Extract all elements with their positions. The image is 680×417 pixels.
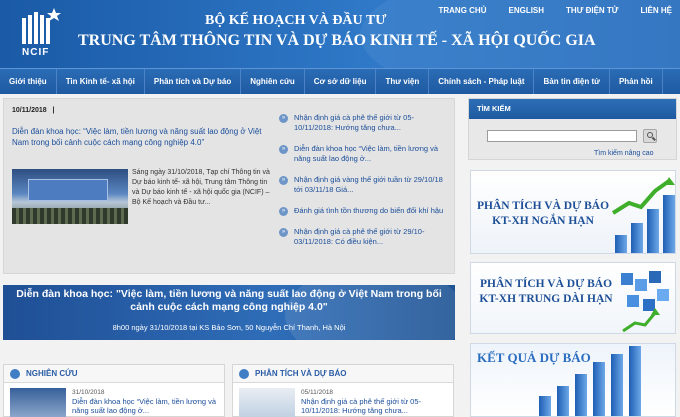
- logo-text: NCIF: [22, 47, 50, 58]
- news-item-text: Nhận định giá cà phê thế giới từ 29/10-0…: [294, 227, 425, 246]
- section-heading[interactable]: PHÂN TÍCH VÀ DỰ BÁO: [255, 369, 347, 378]
- section-header: NGHIÊN CỨU: [4, 365, 224, 383]
- promo-mid-long-term-analysis[interactable]: PHÂN TÍCH VÀ DỰ BÁO KT-XH TRUNG DÀI HẠN: [470, 262, 676, 334]
- featured-panel: 10/11/2018 | Diễn đàn khoa học: “Việc là…: [3, 98, 455, 274]
- top-link-home[interactable]: TRANG CHỦ: [438, 6, 486, 15]
- cube-icon: [635, 279, 647, 291]
- news-item[interactable]: » Nhận định giá cà phê thế giới từ 29/10-…: [279, 227, 447, 247]
- research-section: NGHIÊN CỨU 31/10/2018 Diễn đàn khoa học …: [3, 364, 225, 417]
- featured-image-screen: [28, 179, 108, 201]
- promo-title: PHÂN TÍCH VÀ DỰ BÁO KT-XH NGẮN HẠN: [476, 200, 610, 227]
- arrow-right-icon: »: [279, 228, 288, 237]
- featured-date-value: 10/11/2018: [12, 107, 47, 114]
- site-header: NCIF BỘ KẾ HOẠCH VÀ ĐẦU TƯ TRUNG TÂM THÔ…: [0, 0, 680, 68]
- section-thumbnail[interactable]: [239, 388, 295, 417]
- bar-chart-illustration: [539, 346, 641, 416]
- top-link-contact[interactable]: LIÊN HỆ: [640, 6, 672, 15]
- nav-item-socio-economic-news[interactable]: Tin Kinh tế- xã hội: [57, 69, 145, 94]
- section-bullet-icon: [239, 368, 249, 379]
- news-list: » Nhận định giá cà phê thế giới từ 05-10/…: [279, 113, 447, 258]
- news-item-text: Đánh giá tình tồn thương do biến đổi khí…: [294, 206, 444, 215]
- featured-summary: Sáng ngày 31/10/2018, Tạp chí Thông tin …: [132, 169, 270, 206]
- cube-icon: [627, 295, 639, 307]
- growth-arrow-icon: [611, 177, 675, 215]
- search-button[interactable]: [643, 129, 657, 143]
- cube-icon: [657, 289, 669, 301]
- promo-title: PHÂN TÍCH VÀ DỰ BÁO KT-XH TRUNG DÀI HẠN: [479, 278, 613, 305]
- featured-image-audience: [12, 208, 128, 224]
- analysis-forecast-section: PHÂN TÍCH VÀ DỰ BÁO 05/11/2018 Nhận định…: [232, 364, 454, 417]
- section-heading[interactable]: NGHIÊN CỨU: [26, 369, 78, 378]
- nav-item-research[interactable]: Nghiên cứu: [241, 69, 305, 94]
- nav-item-library[interactable]: Thư viện: [376, 69, 430, 94]
- top-links: TRANG CHỦ ENGLISH THƯ ĐIỆN TỬ LIÊN HỆ: [438, 6, 672, 15]
- section-date: 31/10/2018: [72, 389, 105, 396]
- nav-item-policy-law[interactable]: Chính sách - Pháp luật: [429, 69, 535, 94]
- news-item-text: Diễn đàn khoa học “Việc làm, tiền lương …: [294, 144, 439, 163]
- main-nav: Giới thiệu Tin Kinh tế- xã hội Phân tích…: [0, 68, 680, 94]
- news-item[interactable]: » Đánh giá tình tồn thương do biến đổi kh…: [279, 206, 447, 216]
- news-item-text: Nhận định giá cà phê thế giới từ 05-10/1…: [294, 113, 415, 132]
- top-link-english[interactable]: ENGLISH: [508, 6, 544, 15]
- nav-item-introduction[interactable]: Giới thiệu: [0, 69, 57, 94]
- nav-item-newsletter[interactable]: Bản tin điện tử: [534, 69, 610, 94]
- nav-item-analysis-forecast[interactable]: Phân tích và Dự báo: [145, 69, 242, 94]
- page: NCIF BỘ KẾ HOẠCH VÀ ĐẦU TƯ TRUNG TÂM THÔ…: [0, 0, 680, 417]
- news-item[interactable]: » Diễn đàn khoa học “Việc làm, tiền lương…: [279, 144, 447, 164]
- top-link-email[interactable]: THƯ ĐIỆN TỬ: [566, 6, 618, 15]
- nav-item-feedback[interactable]: Phản hồi: [610, 69, 663, 94]
- banner-subtitle: 8h00 ngày 31/10/2018 tại KS Bảo Sơn, 50 …: [112, 323, 346, 332]
- section-bullet-icon: [10, 368, 20, 379]
- section-article-link[interactable]: Diễn đàn khoa học “Việc làm, tiền lương …: [72, 397, 222, 415]
- arrow-right-icon: »: [279, 176, 288, 185]
- cube-icon: [649, 271, 661, 283]
- section-thumbnail[interactable]: [10, 388, 66, 417]
- arrow-right-icon: »: [279, 114, 288, 123]
- search-input[interactable]: [487, 130, 637, 142]
- promo-forecast-results[interactable]: KẾT QUẢ DỰ BÁO: [470, 343, 676, 417]
- event-banner[interactable]: Diễn đàn khoa học: "Việc làm, tiền lương…: [3, 285, 455, 340]
- search-box: TÌM KIẾM Tìm kiếm nâng cao: [468, 98, 677, 160]
- section-article-link[interactable]: Nhận định giá cà phê thế giới từ 05-10/1…: [301, 397, 451, 415]
- search-icon-handle: [652, 136, 656, 141]
- section-header: PHÂN TÍCH VÀ DỰ BÁO: [233, 365, 453, 383]
- growth-arrow-icon: [622, 308, 660, 333]
- featured-image[interactable]: [12, 169, 128, 224]
- section-date: 05/11/2018: [301, 389, 334, 396]
- search-heading: TÌM KIẾM: [469, 99, 676, 119]
- ministry-name: BỘ KẾ HOẠCH VÀ ĐẦU TƯ: [205, 13, 387, 28]
- promo-short-term-analysis[interactable]: PHÂN TÍCH VÀ DỰ BÁO KT-XH NGẮN HẠN: [470, 170, 676, 254]
- featured-date-separator: |: [52, 107, 55, 114]
- nav-item-database[interactable]: Cơ sở dữ liệu: [305, 69, 377, 94]
- featured-title[interactable]: Diễn đàn khoa học: “Việc làm, tiền lương…: [12, 126, 264, 148]
- featured-date: 10/11/2018 |: [12, 107, 54, 114]
- cube-icon: [621, 273, 633, 285]
- advanced-search-link[interactable]: Tìm kiếm nâng cao: [594, 150, 654, 157]
- news-item[interactable]: » Nhận định giá vàng thế giới tuần từ 29/…: [279, 175, 447, 195]
- arrow-right-icon: »: [279, 145, 288, 154]
- arrow-right-icon: »: [279, 207, 288, 216]
- center-name: TRUNG TÂM THÔNG TIN VÀ DỰ BÁO KINH TẾ - …: [78, 32, 596, 49]
- banner-title: Diễn đàn khoa học: "Việc làm, tiền lương…: [16, 288, 442, 313]
- news-item-text: Nhận định giá vàng thế giới tuần từ 29/1…: [294, 175, 443, 194]
- news-item[interactable]: » Nhận định giá cà phê thế giới từ 05-10/…: [279, 113, 447, 133]
